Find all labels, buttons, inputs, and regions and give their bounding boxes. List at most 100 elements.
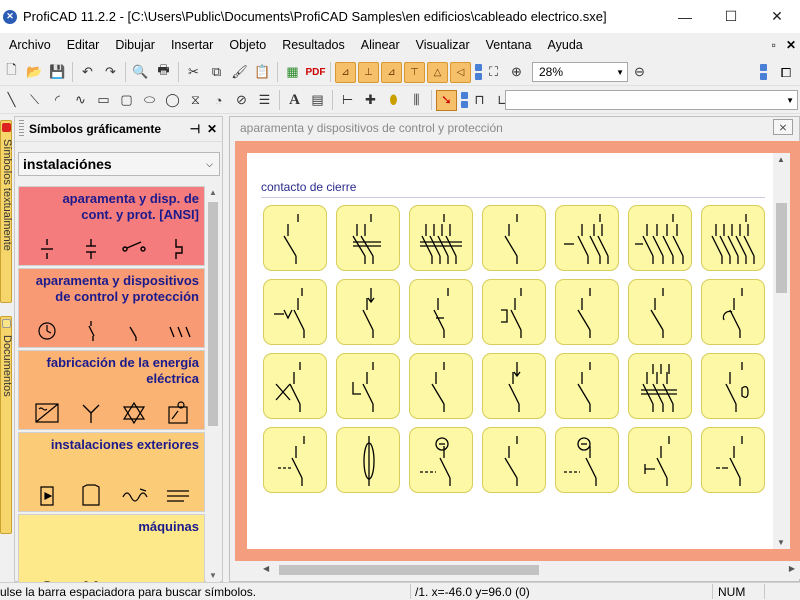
save-icon[interactable]: 💾 bbox=[47, 62, 68, 83]
menu-ventana[interactable]: Ventana bbox=[478, 33, 540, 58]
cut-icon[interactable]: ✂ bbox=[183, 62, 204, 83]
category-item[interactable]: máquinas bbox=[18, 514, 205, 582]
scroll-down-icon[interactable]: ▼ bbox=[777, 538, 785, 547]
category-item[interactable]: fabricación de la energía eléctrica bbox=[18, 350, 205, 430]
print-preview-icon[interactable]: 🔍 bbox=[130, 62, 151, 83]
symbol-tile[interactable] bbox=[336, 279, 400, 345]
align-center-icon[interactable]: △ bbox=[427, 61, 448, 83]
scroll-up-icon[interactable]: ▲ bbox=[777, 155, 785, 164]
toolbar-grip[interactable] bbox=[474, 61, 482, 83]
scroll-thumb[interactable] bbox=[776, 203, 787, 293]
new-file-icon[interactable]: 🗋 bbox=[1, 62, 22, 83]
toolbar-grip[interactable] bbox=[759, 61, 767, 83]
symbol-tile[interactable] bbox=[701, 353, 765, 419]
line-icon[interactable]: ╲ bbox=[1, 90, 22, 111]
symbol-tile[interactable] bbox=[555, 279, 619, 345]
tab-documents[interactable]: Documentos bbox=[0, 316, 13, 534]
scroll-right-icon[interactable]: ▶ bbox=[789, 564, 795, 573]
symbol-tile[interactable] bbox=[701, 427, 765, 493]
zoom-fit-icon[interactable]: ⛶ bbox=[483, 62, 504, 83]
symbol-tile[interactable] bbox=[701, 205, 765, 271]
symbol-tile[interactable] bbox=[336, 205, 400, 271]
symbol-tile[interactable] bbox=[482, 353, 546, 419]
page-setup-icon[interactable]: ⧠ bbox=[776, 63, 796, 83]
symbol-tile[interactable] bbox=[409, 427, 473, 493]
scroll-thumb[interactable] bbox=[208, 202, 218, 426]
maximize-button[interactable]: ☐ bbox=[708, 0, 754, 33]
terminal-icon[interactable]: ⬮ bbox=[383, 90, 404, 111]
hatched-ellipse-icon[interactable]: ⊘ bbox=[231, 90, 252, 111]
mdi-restore-button[interactable]: ▫ bbox=[772, 38, 776, 52]
hourglass-icon[interactable]: ⧖ bbox=[185, 90, 206, 111]
document-close-button[interactable]: ⨯ bbox=[773, 119, 793, 135]
symbol-tile[interactable] bbox=[336, 427, 400, 493]
copy-icon[interactable]: ⧉ bbox=[206, 62, 227, 83]
symbol-tile[interactable] bbox=[336, 353, 400, 419]
paste-icon[interactable]: 📋 bbox=[252, 62, 273, 83]
category-scrollbar[interactable]: ▲ ▼ bbox=[206, 186, 220, 582]
symbol-tile[interactable] bbox=[263, 427, 327, 493]
horizontal-scrollbar[interactable]: ◀ ▶ bbox=[259, 561, 800, 579]
close-button[interactable]: ✕ bbox=[754, 0, 800, 33]
scroll-left-icon[interactable]: ◀ bbox=[263, 564, 269, 573]
symbol-tile[interactable] bbox=[263, 279, 327, 345]
pointer-icon[interactable]: ➘ bbox=[436, 89, 457, 111]
export-image-icon[interactable]: ▦ bbox=[282, 62, 303, 83]
symbol-tile[interactable] bbox=[628, 205, 692, 271]
symbol-tile[interactable] bbox=[409, 353, 473, 419]
ellipse-icon[interactable]: ⬭ bbox=[139, 90, 160, 111]
symbol-tile[interactable] bbox=[482, 205, 546, 271]
circle-icon[interactable]: ◯ bbox=[162, 90, 183, 111]
category-item[interactable]: aparamenta y disp. de cont. y prot. [ANS… bbox=[18, 186, 205, 266]
zoom-out-icon[interactable]: ⊖ bbox=[629, 62, 650, 83]
symbol-tile[interactable] bbox=[701, 279, 765, 345]
arc-icon[interactable]: ◜ bbox=[47, 90, 68, 111]
scroll-up-icon[interactable]: ▲ bbox=[209, 188, 217, 197]
tab-symbols-textual[interactable]: Símbolos textualmente bbox=[0, 120, 13, 303]
category-item[interactable]: instalaciones exteriores bbox=[18, 432, 205, 512]
menu-alinear[interactable]: Alinear bbox=[353, 33, 408, 58]
rounded-rectangle-icon[interactable]: ▢ bbox=[116, 90, 137, 111]
symbol-tile[interactable] bbox=[263, 353, 327, 419]
menu-visualizar[interactable]: Visualizar bbox=[408, 33, 478, 58]
symbol-tile[interactable] bbox=[628, 427, 692, 493]
dimension-icon[interactable]: ⊓ bbox=[469, 90, 490, 111]
symbol-tile[interactable] bbox=[482, 279, 546, 345]
vertical-scrollbar[interactable]: ▲ ▼ bbox=[773, 153, 790, 549]
menu-ayuda[interactable]: Ayuda bbox=[540, 33, 591, 58]
menu-resultados[interactable]: Resultados bbox=[274, 33, 353, 58]
category-item[interactable]: aparamenta y dispositivos de control y p… bbox=[18, 268, 205, 348]
open-folder-icon[interactable]: 📂 bbox=[24, 62, 45, 83]
sector-icon[interactable]: ◔ bbox=[208, 90, 229, 111]
symbol-tile[interactable] bbox=[628, 279, 692, 345]
align-bottom-icon[interactable]: ⊿ bbox=[381, 61, 402, 83]
text-icon[interactable]: A bbox=[284, 90, 305, 111]
symbol-tile[interactable] bbox=[628, 353, 692, 419]
format-painter-icon[interactable]: 🖌 bbox=[229, 62, 250, 83]
align-middle-icon[interactable]: ◁ bbox=[450, 61, 471, 83]
junction-icon[interactable]: ✚ bbox=[360, 90, 381, 111]
align-left-icon[interactable]: ⊿ bbox=[335, 61, 356, 83]
symbol-tile[interactable] bbox=[263, 205, 327, 271]
menu-insertar[interactable]: Insertar bbox=[163, 33, 221, 58]
symbol-tile[interactable] bbox=[555, 353, 619, 419]
rectangle-icon[interactable]: ▭ bbox=[93, 90, 114, 111]
redo-icon[interactable]: ↷ bbox=[100, 62, 121, 83]
panel-grip[interactable] bbox=[19, 120, 24, 138]
minimize-button[interactable]: — bbox=[662, 0, 708, 33]
menu-objeto[interactable]: Objeto bbox=[221, 33, 274, 58]
zoom-select[interactable]: 28% ▼ bbox=[532, 62, 628, 82]
symbol-tile[interactable] bbox=[555, 205, 619, 271]
lines-icon[interactable]: ☰ bbox=[254, 90, 275, 111]
wire-icon[interactable]: ⊢ bbox=[337, 90, 358, 111]
pin-icon[interactable]: ⊣ bbox=[188, 122, 202, 136]
scroll-down-icon[interactable]: ▼ bbox=[209, 571, 217, 580]
align-right-icon[interactable]: ⊤ bbox=[404, 61, 425, 83]
curve-icon[interactable]: ∿ bbox=[70, 90, 91, 111]
table-icon[interactable]: ▤ bbox=[307, 90, 328, 111]
layer-select[interactable]: ▼ bbox=[505, 90, 798, 110]
menu-editar[interactable]: Editar bbox=[59, 33, 108, 58]
menu-dibujar[interactable]: Dibujar bbox=[107, 33, 163, 58]
polyline-icon[interactable]: ⟍ bbox=[24, 90, 45, 111]
symbol-tile[interactable] bbox=[482, 427, 546, 493]
